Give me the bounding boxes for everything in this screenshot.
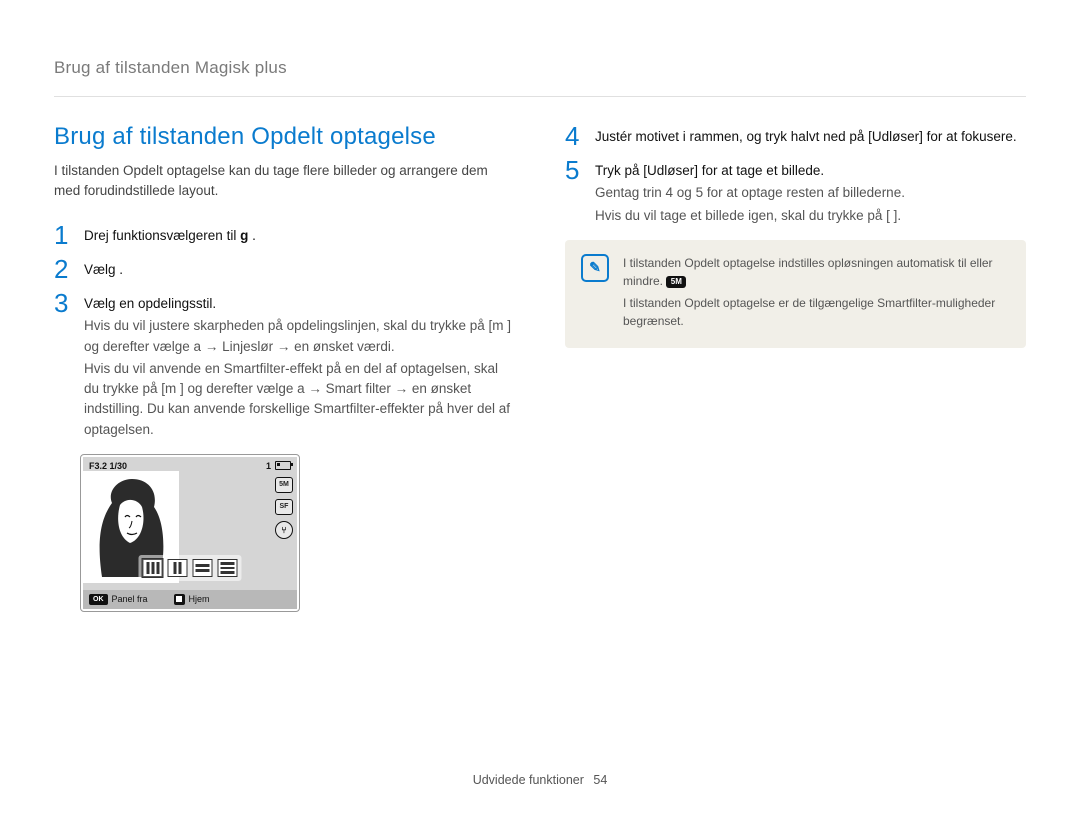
- intro-text: I tilstanden Opdelt optagelse kan du tag…: [54, 161, 515, 200]
- right-column: 4 Justér motivet i rammen, og tryk halvt…: [565, 123, 1026, 612]
- camera-bottom-right-label: Hjem: [189, 594, 210, 604]
- step-text-post: .: [248, 228, 256, 243]
- layout-option-3vert: [143, 559, 163, 577]
- battery-icon: [275, 461, 291, 470]
- note-line: I tilstanden Opdelt optagelse indstilles…: [623, 254, 1010, 290]
- step-item: 3 Vælg en opdelingsstil. Hvis du vil jus…: [54, 290, 515, 440]
- step-number: 1: [54, 222, 72, 248]
- step-item: 4 Justér motivet i rammen, og tryk halvt…: [565, 123, 1026, 149]
- layout-option-2vert: [168, 559, 188, 577]
- section-title: Brug af tilstanden Opdelt optagelse: [54, 123, 515, 151]
- left-steps: 1 Drej funktionsvælgeren til g . 2 Vælg …: [54, 222, 515, 440]
- ok-chip-icon: OK: [89, 594, 108, 605]
- step-text: Tryk på [Udl‎øser] for at tage et billed…: [595, 161, 1026, 181]
- camera-top-right-count: 1: [266, 461, 271, 471]
- camera-screenshot: F3.2 1/30 1 5M SF ⑂: [80, 454, 300, 612]
- breadcrumb: Brug af tilstanden Magisk plus: [54, 58, 1026, 97]
- footer-section: Udvidede funktioner: [473, 773, 584, 787]
- home-chip-icon: [174, 594, 185, 605]
- step-number: 5: [565, 157, 583, 226]
- camera-bottom-left-label: Panel fra: [112, 594, 148, 604]
- right-steps: 4 Justér motivet i rammen, og tryk halvt…: [565, 123, 1026, 226]
- step-text: Drej funktionsvælgeren til g .: [84, 228, 256, 243]
- footer-page-number: 54: [593, 773, 607, 787]
- step-text-pre: Vælg: [84, 262, 119, 277]
- step-subtext: Hvis du vil tage et billede igen, skal d…: [595, 206, 1026, 226]
- layout-option-3horiz: [218, 559, 238, 577]
- step-text: Vælg .: [84, 262, 123, 277]
- camera-top-left-readout: F3.2 1/30: [89, 461, 127, 471]
- step-number: 3: [54, 290, 72, 440]
- page-footer: Udvidede funktioner 54: [0, 773, 1080, 787]
- left-column: Brug af tilstanden Opdelt optagelse I ti…: [54, 123, 515, 612]
- step-number: 2: [54, 256, 72, 282]
- step-item: 2 Vælg .: [54, 256, 515, 282]
- resolution-badge-icon: 5M: [666, 276, 686, 288]
- info-note: ✎ I tilstanden Opdelt optagelse indstill…: [565, 240, 1026, 348]
- resolution-icon: 5M: [275, 477, 293, 493]
- step-text: Vælg en opdelingsstil.: [84, 294, 515, 314]
- step-subtext: Hvis du vil anvende en Smartfilter-effek…: [84, 359, 515, 440]
- split-layout-options: [139, 555, 242, 581]
- step-item: 1 Drej funktionsvælgeren til g .: [54, 222, 515, 248]
- step-subtext: Hvis du vil justere skarpheden på opdeli…: [84, 316, 515, 357]
- flash-off-icon: ⑂: [275, 521, 293, 539]
- layout-option-2horiz: [193, 559, 213, 577]
- step-text: Justér motivet i rammen, og tryk halvt n…: [595, 127, 1026, 147]
- step-text-post: .: [119, 262, 123, 277]
- note-line: I tilstanden Opdelt optagelse er de tilg…: [623, 294, 1010, 330]
- step-item: 5 Tryk på [Udl‎øser] for at tage et bill…: [565, 157, 1026, 226]
- smartfilter-icon: SF: [275, 499, 293, 515]
- step-text-pre: Drej funktionsvælgeren til: [84, 228, 240, 243]
- step-number: 4: [565, 123, 583, 149]
- info-icon: ✎: [581, 254, 609, 282]
- step-subtext: Gentag trin 4 og 5 for at optage resten …: [595, 183, 1026, 203]
